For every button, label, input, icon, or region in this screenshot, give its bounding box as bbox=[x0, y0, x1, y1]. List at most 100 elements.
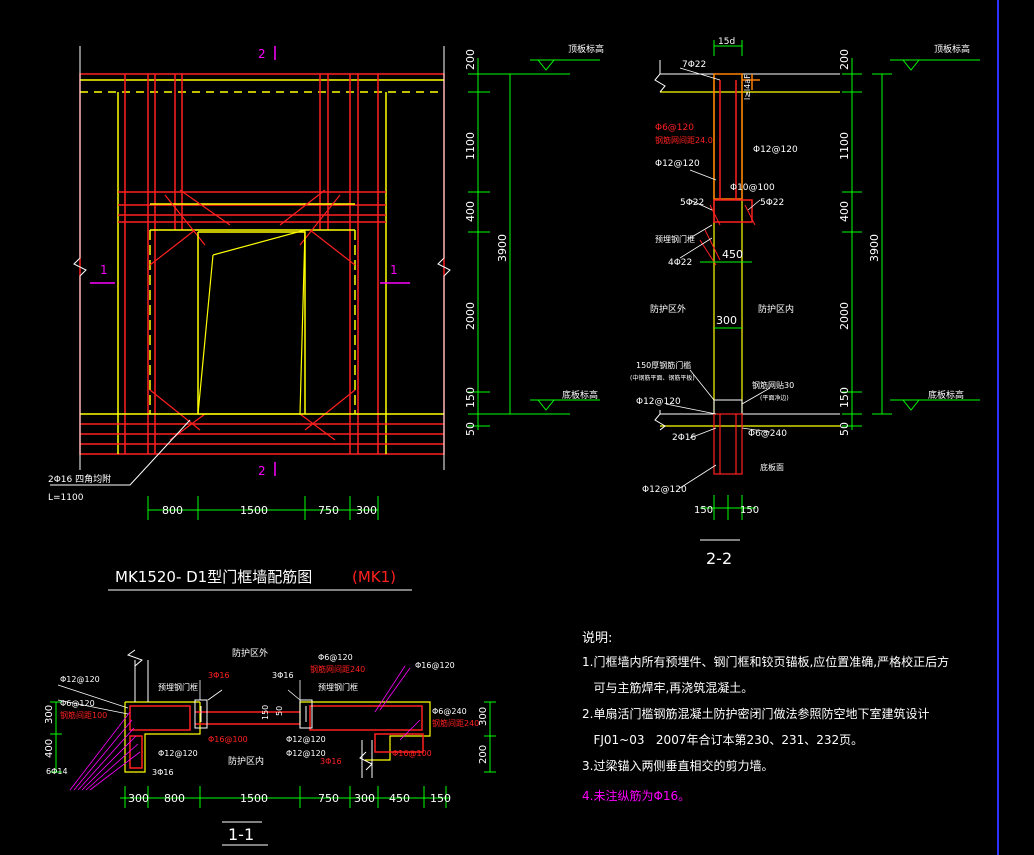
s22-dim-total: 3900 bbox=[868, 234, 881, 262]
section-mark-bottom: 2 bbox=[258, 464, 266, 478]
s11-lbl-17: 钢筋间距240 bbox=[432, 718, 479, 728]
dim-800: 800 bbox=[162, 504, 183, 517]
s22-level-top bbox=[902, 59, 920, 71]
s22-lbl15: 底板面 bbox=[760, 462, 784, 472]
s22-label-bottom-level: 底板标高 bbox=[928, 389, 964, 401]
s22-dim300: 300 bbox=[716, 314, 737, 327]
s11-dim-450: 450 bbox=[389, 792, 410, 805]
s11-lbl-7: Φ16@100 bbox=[208, 735, 248, 744]
label-top-level: 顶板标高 bbox=[568, 43, 604, 55]
s22-top-dim: 15d bbox=[718, 37, 735, 47]
s22-dim-right-2000: 2000 bbox=[838, 302, 851, 330]
note-line-2: 可与主筋焊牢,再浇筑混凝土。 bbox=[582, 680, 753, 695]
s11-lbl-5: 预埋钢门框 bbox=[158, 682, 198, 692]
rebar-length: L=1100 bbox=[48, 493, 84, 503]
s11-lbl-0: Φ12@120 bbox=[60, 675, 100, 684]
s11-lbl-2: 钢筋间距100 bbox=[60, 710, 107, 720]
s11-lbl-11: 钢筋网间距240 bbox=[310, 664, 365, 674]
main-title: MK1520- D1型门框墙配筋图 bbox=[115, 568, 312, 586]
s22-dim-right-200: 200 bbox=[838, 49, 851, 70]
note-line-4: FJ01~03 2007年合订本第230、231、232页。 bbox=[582, 732, 863, 747]
section-mark-right: 1 bbox=[390, 263, 398, 277]
note-line-6: 4.未注纵筋为Φ16。 bbox=[582, 788, 690, 803]
s22-lbl1: Φ6@120 bbox=[655, 123, 694, 133]
dim-right-1100: 1100 bbox=[464, 132, 477, 160]
s22-side-note: l≥l4aF bbox=[743, 74, 752, 100]
notes-title: 说明: bbox=[582, 631, 612, 646]
s22-lbl9: 4Φ22 bbox=[668, 258, 692, 268]
s22-lbl5: Φ10@100 bbox=[730, 183, 775, 193]
s22-right-dim bbox=[842, 58, 980, 430]
s22-dim-right-50: 50 bbox=[838, 422, 851, 436]
s22-lbl8: 预埋钢门框 bbox=[655, 234, 695, 244]
note-line-1: 1.门框墙内所有预埋件、钢门框和铰页锚板,应位置准确,严格校正后方 bbox=[582, 654, 949, 669]
dim-right-2000: 2000 bbox=[464, 302, 477, 330]
section-2-2-view bbox=[654, 40, 840, 520]
s11-lbl-4: 3Φ16 bbox=[152, 768, 174, 777]
dim-right-50: 50 bbox=[464, 422, 477, 436]
s11-lbl-9: 3Φ16 bbox=[272, 671, 294, 680]
elevation-right-dim bbox=[468, 58, 570, 430]
s22-dim-bottom-2: 150 bbox=[740, 505, 759, 516]
s11-dim-800: 800 bbox=[164, 792, 185, 805]
s11-dim-1500: 1500 bbox=[240, 792, 268, 805]
s22-lbl16: Φ12@120 bbox=[642, 485, 687, 495]
s11-zone-top: 防护区外 bbox=[232, 647, 268, 659]
s11-dim-right-300: 300 bbox=[478, 707, 489, 726]
s22-lbl11: 钢筋网贴30 bbox=[752, 380, 794, 390]
s22-dim-right-400: 400 bbox=[838, 201, 851, 222]
section-mark-top: 2 bbox=[258, 47, 266, 61]
s11-dim-300a: 300 bbox=[128, 792, 149, 805]
s22-lbl2: 钢筋网间距24.0 bbox=[655, 135, 713, 145]
rebar-callout: 2Φ16 四角均附 bbox=[48, 473, 111, 485]
s22-zone-in: 防护区内 bbox=[758, 303, 794, 315]
section-mark-left: 1 bbox=[100, 263, 108, 277]
s22-level-bottom bbox=[902, 399, 920, 411]
s11-lbl-12: 预埋钢门框 bbox=[318, 682, 358, 692]
s11-lbl-14: Φ12@120 bbox=[286, 735, 326, 744]
s22-bar-top: 7Φ22 bbox=[682, 60, 706, 70]
s11-dim-left-300: 300 bbox=[44, 705, 55, 724]
s22-dim-bottom-1: 150 bbox=[694, 505, 713, 516]
s22-dim-right-1100: 1100 bbox=[838, 132, 851, 160]
s22-lbl11b: (平面净边) bbox=[760, 394, 789, 402]
s11-lbl-16: Φ6@240 bbox=[432, 707, 467, 716]
dim-right-200: 200 bbox=[464, 49, 477, 70]
s22-lbl4: Φ12@120 bbox=[655, 159, 700, 169]
level-marker-top bbox=[537, 59, 556, 71]
dim-1500: 1500 bbox=[240, 504, 268, 517]
s11-lbl-6: 3Φ16 bbox=[208, 671, 230, 680]
s11-lbl-18: Φ16@100 bbox=[392, 749, 432, 758]
s22-label-top-level: 顶板标高 bbox=[934, 43, 970, 55]
s22-title: 2-2 bbox=[706, 549, 732, 568]
label-bottom-level: 底板标高 bbox=[562, 389, 598, 401]
level-marker-bottom bbox=[537, 399, 556, 411]
s11-dim-left-400: 400 bbox=[44, 739, 55, 758]
s11-lbl-13: Φ16@120 bbox=[415, 661, 455, 670]
s11-dim-750: 750 bbox=[318, 792, 339, 805]
s11-lbl-19: 3Φ16 bbox=[320, 757, 342, 766]
note-line-3: 2.单扇活门槛钢筋混凝土防护密闭门做法参照防空地下室建筑设计 bbox=[582, 706, 929, 721]
s11-zone-bottom: 防护区内 bbox=[228, 755, 264, 767]
title-tag: (MK1) bbox=[352, 568, 396, 586]
s22-lbl7: 5Φ22 bbox=[760, 198, 784, 208]
dim-750: 750 bbox=[318, 504, 339, 517]
s22-lbl10: 150厚钢筋门槛 bbox=[636, 360, 691, 370]
s22-dim-right-150: 150 bbox=[838, 387, 851, 408]
s11-title: 1-1 bbox=[228, 825, 254, 844]
dim-300: 300 bbox=[356, 504, 377, 517]
s22-zone-out: 防护区外 bbox=[650, 303, 686, 315]
dim-right-400: 400 bbox=[464, 201, 477, 222]
cad-drawing: 2 2 1 1 2Φ16 四角均附 L=1100 800 1500 750 30… bbox=[44, 0, 999, 855]
s22-lbl3: Φ12@120 bbox=[753, 145, 798, 155]
s22-lbl10b: (中钢筋平面、钢筋平板) bbox=[630, 374, 695, 382]
s11-lbl-1: Φ6@120 bbox=[60, 699, 95, 708]
s11-lbl-3: 6Φ14 bbox=[46, 767, 68, 776]
s22-lbl14: Φ6@240 bbox=[748, 429, 787, 439]
dim-total-3900: 3900 bbox=[496, 234, 509, 262]
s11-lbl-21: 50 bbox=[275, 706, 284, 716]
s11-lbl-20: 150 bbox=[261, 705, 270, 720]
s22-lbl12: Φ12@120 bbox=[636, 397, 681, 407]
s11-dim-150: 150 bbox=[430, 792, 451, 805]
note-line-5: 3.过梁锚入两侧垂直相交的剪力墙。 bbox=[582, 758, 773, 773]
